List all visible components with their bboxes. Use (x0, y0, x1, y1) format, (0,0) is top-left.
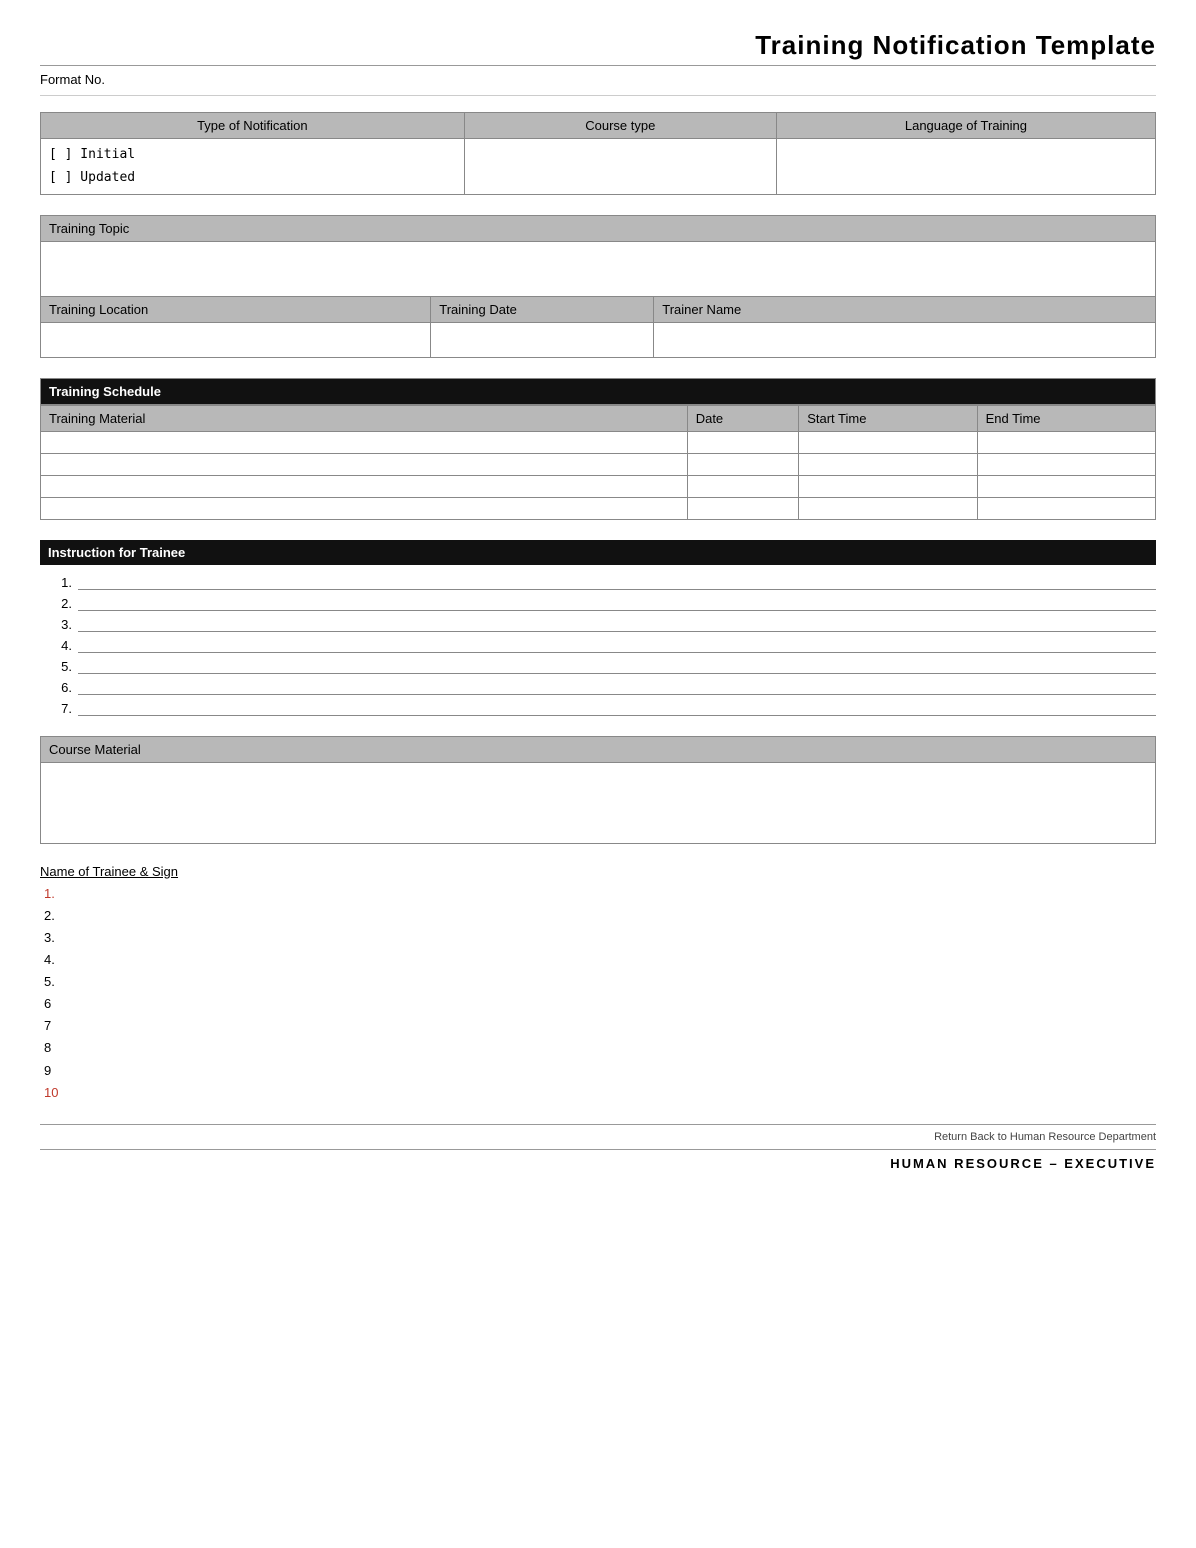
start-time-header: Start Time (799, 405, 977, 431)
return-note: Return Back to Human Resource Department (40, 1124, 1156, 1143)
page-title: Training Notification Template (40, 30, 1156, 66)
course-material-body[interactable] (41, 763, 1155, 843)
instruction-item-2: 2. (50, 596, 1156, 611)
end-row4[interactable] (977, 497, 1155, 519)
notification-type-header: Type of Notification (41, 113, 465, 139)
instruction-item-5: 5. (50, 659, 1156, 674)
language-value[interactable] (776, 139, 1155, 195)
date-row2[interactable] (687, 453, 799, 475)
date-row1[interactable] (687, 431, 799, 453)
instruction-header: Instruction for Trainee (40, 540, 1156, 565)
language-header: Language of Training (776, 113, 1155, 139)
trainee-item-2: 2. (44, 905, 1156, 927)
end-time-header: End Time (977, 405, 1155, 431)
material-row1[interactable] (41, 431, 688, 453)
instruction-list: 1. 2. 3. 4. 5. 6. 7. (40, 575, 1156, 716)
notification-checkboxes: [ ] Initial [ ] Updated (41, 139, 465, 195)
material-row3[interactable] (41, 475, 688, 497)
trainee-item-4: 4. (44, 949, 1156, 971)
training-date-value[interactable] (431, 322, 654, 357)
schedule-row (41, 497, 1156, 519)
training-location-value[interactable] (41, 322, 431, 357)
schedule-table: Training Material Date Start Time End Ti… (40, 405, 1156, 520)
instruction-item-7: 7. (50, 701, 1156, 716)
instruction-item-1: 1. (50, 575, 1156, 590)
trainee-title: Name of Trainee & Sign (40, 864, 1156, 879)
instruction-item-6: 6. (50, 680, 1156, 695)
trainee-item-1: 1. (44, 883, 1156, 905)
trainee-item-9: 9 (44, 1060, 1156, 1082)
trainee-item-6: 6 (44, 993, 1156, 1015)
training-topic-table: Training Topic Training Location Trainin… (40, 215, 1156, 358)
instruction-item-3: 3. (50, 617, 1156, 632)
schedule-row (41, 453, 1156, 475)
trainee-item-3: 3. (44, 927, 1156, 949)
schedule-date-header: Date (687, 405, 799, 431)
trainee-item-5: 5. (44, 971, 1156, 993)
end-row2[interactable] (977, 453, 1155, 475)
schedule-header: Training Schedule (40, 378, 1156, 405)
instruction-item-4: 4. (50, 638, 1156, 653)
trainer-name-value[interactable] (654, 322, 1156, 357)
end-row1[interactable] (977, 431, 1155, 453)
footer-label: HUMAN RESOURCE – EXECUTIVE (40, 1156, 1156, 1171)
trainee-list: 1. 2. 3. 4. 5. 6 7 8 9 10 (40, 883, 1156, 1104)
training-date-header: Training Date (431, 296, 654, 322)
material-row4[interactable] (41, 497, 688, 519)
training-topic-header: Training Topic (41, 215, 1156, 241)
updated-checkbox-label: [ ] Updated (49, 166, 456, 189)
end-row3[interactable] (977, 475, 1155, 497)
training-location-header: Training Location (41, 296, 431, 322)
initial-checkbox-label: [ ] Initial (49, 143, 456, 166)
course-material-box: Course Material (40, 736, 1156, 844)
date-row3[interactable] (687, 475, 799, 497)
schedule-row (41, 431, 1156, 453)
trainee-item-7: 7 (44, 1015, 1156, 1037)
start-row1[interactable] (799, 431, 977, 453)
trainee-item-10: 10 (44, 1082, 1156, 1104)
start-row2[interactable] (799, 453, 977, 475)
start-row4[interactable] (799, 497, 977, 519)
top-info-table: Type of Notification Course type Languag… (40, 112, 1156, 195)
material-header: Training Material (41, 405, 688, 431)
trainee-section: Name of Trainee & Sign 1. 2. 3. 4. 5. 6 … (40, 864, 1156, 1104)
date-row4[interactable] (687, 497, 799, 519)
course-type-value[interactable] (464, 139, 776, 195)
schedule-row (41, 475, 1156, 497)
material-row2[interactable] (41, 453, 688, 475)
start-row3[interactable] (799, 475, 977, 497)
training-topic-value[interactable] (41, 241, 1156, 296)
trainee-item-8: 8 (44, 1037, 1156, 1059)
course-material-header: Course Material (41, 737, 1155, 763)
footer-divider (40, 1149, 1156, 1150)
format-no-label: Format No. (40, 72, 1156, 96)
trainer-name-header: Trainer Name (654, 296, 1156, 322)
course-type-header: Course type (464, 113, 776, 139)
